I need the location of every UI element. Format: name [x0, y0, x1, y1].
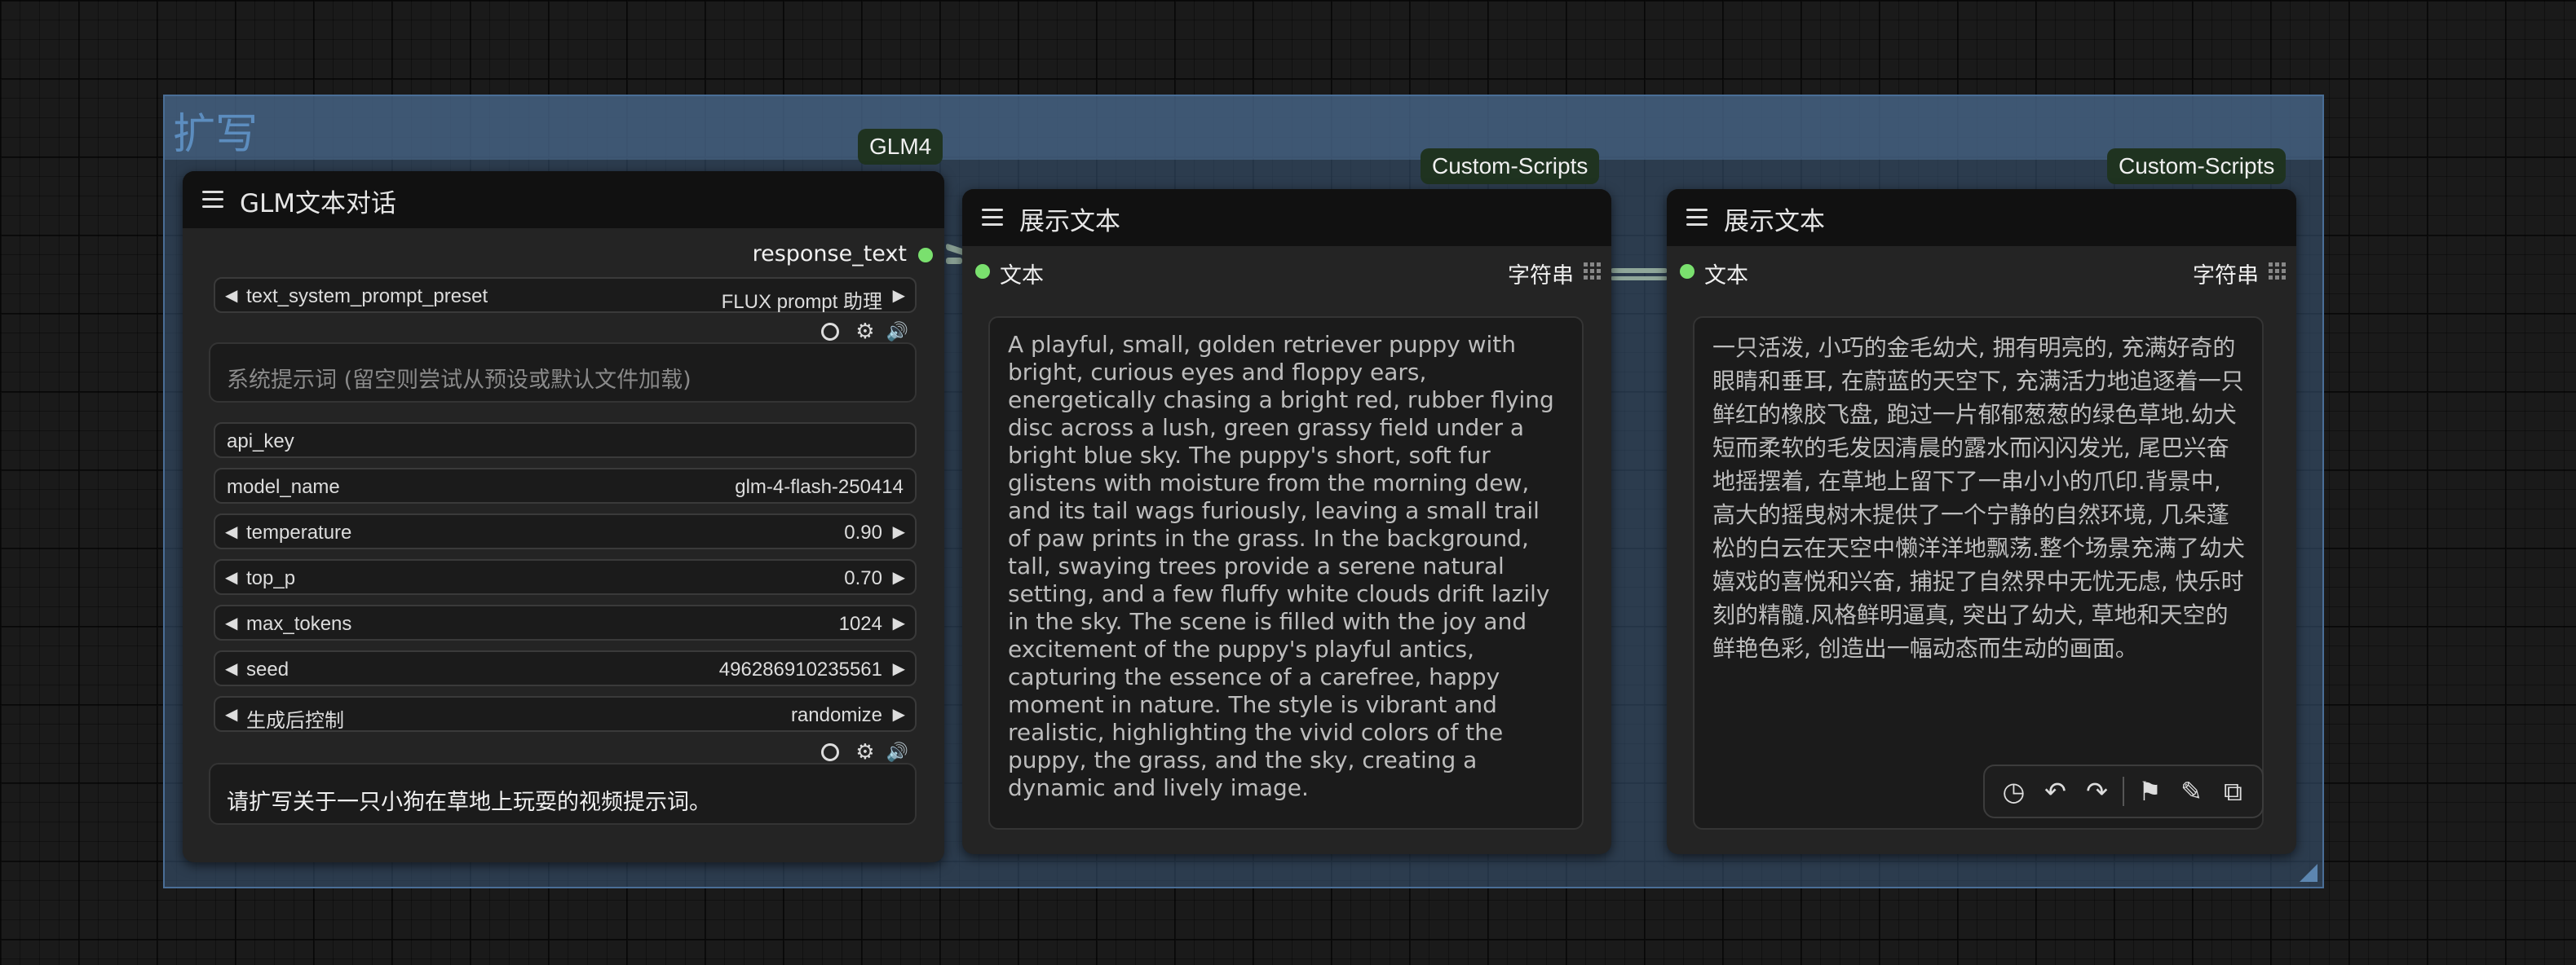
increment-arrow-icon[interactable]: ▶ — [893, 704, 905, 725]
increment-arrow-icon[interactable]: ▶ — [893, 613, 905, 633]
max-tokens-value: 1024 — [838, 613, 882, 635]
display1-header[interactable]: 展示文本 — [962, 189, 1611, 246]
top-p-number[interactable]: ◀ top_p 0.70 ▶ — [214, 559, 917, 595]
display1-title: 展示文本 — [1019, 207, 1120, 236]
toolbar-divider — [2123, 777, 2124, 806]
widget-icon-row-1: ⚙ 🔊 — [821, 319, 908, 344]
temperature-value: 0.90 — [844, 522, 882, 544]
display-text-node-2[interactable]: 展示文本 文本 字符串 一只活泼, 小巧的金毛幼犬, 拥有明亮的, 充满好奇的眼… — [1667, 189, 2296, 854]
user-prompt-text: 请扩写关于一只小狗在草地上玩耍的视频提示词。 — [227, 790, 711, 815]
magic-wand-icon[interactable]: ✎ — [2171, 776, 2212, 807]
group-resize-handle[interactable] — [2300, 864, 2318, 882]
widget-icon-row-2: ⚙ 🔊 — [821, 740, 908, 765]
display2-title: 展示文本 — [1724, 207, 1825, 236]
temperature-label: temperature — [246, 522, 352, 544]
gear-icon[interactable]: ⚙ — [855, 740, 874, 765]
circle-icon[interactable] — [821, 323, 840, 341]
api-key-label: api_key — [227, 430, 294, 452]
increment-arrow-icon[interactable]: ▶ — [893, 522, 905, 542]
speaker-icon[interactable]: 🔊 — [886, 742, 908, 763]
control-after-label: 生成后控制 — [246, 710, 344, 732]
input-text-slot[interactable] — [1680, 264, 1695, 279]
undo-icon[interactable]: ↶ — [2035, 776, 2076, 807]
glm-node-header[interactable]: GLM文本对话 — [183, 171, 944, 228]
input-text-label: 文本 — [1000, 263, 1044, 289]
speaker-icon[interactable]: 🔊 — [886, 322, 908, 342]
translate-icon[interactable]: ⧉ — [2212, 776, 2254, 808]
group-title: 扩写 — [173, 110, 258, 159]
top-p-value: 0.70 — [844, 567, 882, 589]
input-text-slot[interactable] — [975, 264, 990, 279]
output-string-label: 字符串 — [1508, 263, 1574, 289]
decrement-arrow-icon[interactable]: ◀ — [225, 522, 237, 542]
decrement-arrow-icon[interactable]: ◀ — [225, 659, 237, 679]
seed-value: 496286910235561 — [718, 659, 882, 681]
glm-text-chat-node[interactable]: GLM文本对话 response_text ◀ text_system_prom… — [183, 171, 944, 862]
api-key-field[interactable]: api_key — [214, 422, 917, 458]
model-name-label: model_name — [227, 476, 340, 498]
menu-icon[interactable] — [1686, 209, 1708, 227]
output-response-text-slot[interactable] — [918, 248, 933, 262]
preset-combo[interactable]: ◀ text_system_prompt_preset FLUX prompt … — [214, 277, 917, 313]
glm-node-badge: GLM4 — [858, 129, 943, 165]
seed-label: seed — [246, 659, 289, 681]
model-name-value: glm-4-flash-250414 — [735, 476, 904, 498]
bookmark-icon[interactable]: ⚑ — [2129, 776, 2171, 807]
max-tokens-label: max_tokens — [246, 613, 352, 635]
display2-badge: Custom-Scripts — [2107, 148, 2287, 184]
display1-text: A playful, small, golden retriever puppy… — [1008, 331, 1554, 801]
control-after-value: randomize — [790, 704, 882, 726]
preset-value: FLUX prompt 助理 — [721, 291, 882, 313]
link-display1-to-display2 — [1611, 268, 1668, 273]
input-text-label: 文本 — [1704, 263, 1748, 289]
top-p-label: top_p — [246, 567, 296, 589]
output-response-text-label: response_text — [752, 241, 907, 267]
group-header[interactable]: 扩写 — [165, 96, 2322, 160]
increment-arrow-icon[interactable]: ▶ — [893, 659, 905, 679]
display2-textarea[interactable]: 一只活泼, 小巧的金毛幼犬, 拥有明亮的, 充满好奇的眼睛和垂耳, 在蔚蓝的天空… — [1693, 316, 2264, 830]
increment-arrow-icon[interactable]: ▶ — [893, 285, 905, 306]
display1-badge: Custom-Scripts — [1421, 148, 1600, 184]
system-prompt-placeholder: 系统提示词 (留空则尝试从预设或默认文件加载) — [227, 368, 691, 393]
link-glm-to-display1-b — [946, 258, 962, 264]
display-text-node-1[interactable]: 展示文本 文本 字符串 A playful, small, golden ret… — [962, 189, 1611, 854]
grip-icon[interactable] — [1584, 262, 1602, 280]
grip-icon[interactable] — [2269, 262, 2287, 280]
decrement-arrow-icon[interactable]: ◀ — [225, 567, 237, 588]
circle-icon[interactable] — [821, 743, 840, 761]
menu-icon[interactable] — [982, 209, 1003, 227]
decrement-arrow-icon[interactable]: ◀ — [225, 704, 237, 725]
text-toolbar: ◷ ↶ ↷ ⚑ ✎ ⧉ — [1983, 765, 2264, 818]
increment-arrow-icon[interactable]: ▶ — [893, 567, 905, 588]
gear-icon[interactable]: ⚙ — [855, 319, 874, 344]
decrement-arrow-icon[interactable]: ◀ — [225, 613, 237, 633]
redo-icon[interactable]: ↷ — [2076, 776, 2118, 807]
display2-text: 一只活泼, 小巧的金毛幼犬, 拥有明亮的, 充满好奇的眼睛和垂耳, 在蔚蓝的天空… — [1712, 334, 2245, 662]
display1-textarea[interactable]: A playful, small, golden retriever puppy… — [988, 316, 1584, 830]
temperature-number[interactable]: ◀ temperature 0.90 ▶ — [214, 513, 917, 549]
model-name-field[interactable]: model_name glm-4-flash-250414 — [214, 468, 917, 504]
control-after-generate-combo[interactable]: ◀ 生成后控制 randomize ▶ — [214, 696, 917, 732]
preset-label: text_system_prompt_preset — [246, 285, 488, 307]
decrement-arrow-icon[interactable]: ◀ — [225, 285, 237, 306]
seed-number[interactable]: ◀ seed 496286910235561 ▶ — [214, 650, 917, 686]
glm-node-title: GLM文本对话 — [240, 189, 397, 218]
user-prompt-textarea[interactable]: 请扩写关于一只小狗在草地上玩耍的视频提示词。 — [209, 763, 917, 825]
menu-icon[interactable] — [202, 191, 223, 209]
output-string-label: 字符串 — [2193, 263, 2259, 289]
max-tokens-number[interactable]: ◀ max_tokens 1024 ▶ — [214, 605, 917, 641]
display2-header[interactable]: 展示文本 — [1667, 189, 2296, 246]
link-display1-to-display2-b — [1611, 276, 1668, 280]
history-icon[interactable]: ◷ — [1993, 776, 2035, 807]
system-prompt-textarea[interactable]: 系统提示词 (留空则尝试从预设或默认文件加载) — [209, 342, 917, 403]
